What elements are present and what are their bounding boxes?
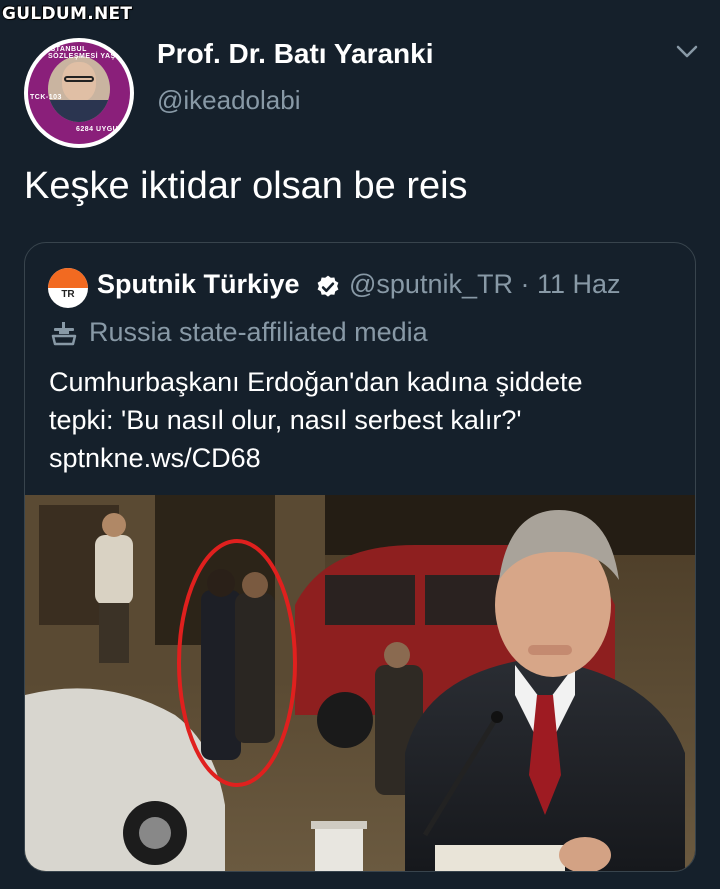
verified-badge-icon (317, 275, 339, 297)
avatar-glasses (64, 76, 94, 82)
state-media-label-icon (51, 322, 77, 346)
quoted-meta: @sputnik_TR · 11 Haz (349, 269, 621, 300)
avatar-suit (48, 100, 110, 122)
tweet-text: Keşke iktidar olsan be reis (24, 165, 468, 207)
quoted-handle[interactable]: @sputnik_TR (349, 269, 513, 299)
user-handle[interactable]: @ikeadolabi (157, 85, 300, 116)
quoted-body: Cumhurbaşkanı Erdoğan'dan kadına şiddete… (49, 363, 679, 477)
chevron-down-icon[interactable] (674, 42, 700, 62)
news-photo (25, 495, 695, 871)
quoted-avatar-logo (48, 268, 88, 288)
avatar-ring-text-bottom: 6284 UYGULA (76, 126, 129, 133)
quoted-media-image[interactable] (25, 495, 695, 871)
quoted-avatar-text: TR (61, 289, 75, 300)
quoted-link[interactable]: sptnkne.ws/CD68 (49, 439, 679, 477)
quoted-tweet-card[interactable]: TR Sputnik Türkiye @sputnik_TR · 11 Haz … (24, 242, 696, 872)
state-affiliated-label[interactable]: Russia state-affiliated media (89, 317, 428, 348)
quoted-body-line2: tepki: 'Bu nasıl olur, nasıl serbest kal… (49, 405, 522, 435)
quoted-body-line1: Cumhurbaşkanı Erdoğan'dan kadına şiddete (49, 367, 583, 397)
watermark: GULDUM.NET (2, 4, 133, 24)
display-name[interactable]: Prof. Dr. Batı Yaranki (157, 38, 434, 70)
avatar[interactable]: İSTANBUL SÖZLEŞMESİ YAŞATIR TCK-103 6284… (24, 38, 134, 148)
quoted-avatar[interactable]: TR (48, 268, 88, 308)
avatar-ring-text-left: TCK-103 (30, 94, 62, 101)
quoted-display-name[interactable]: Sputnik Türkiye (97, 269, 300, 300)
avatar-face (62, 62, 96, 102)
avatar-ring-text-top: İSTANBUL SÖZLEŞMESİ YAŞATIR (48, 46, 134, 60)
meta-separator: · (520, 269, 530, 299)
quoted-date[interactable]: 11 Haz (537, 269, 621, 299)
avatar-photo (48, 56, 110, 122)
